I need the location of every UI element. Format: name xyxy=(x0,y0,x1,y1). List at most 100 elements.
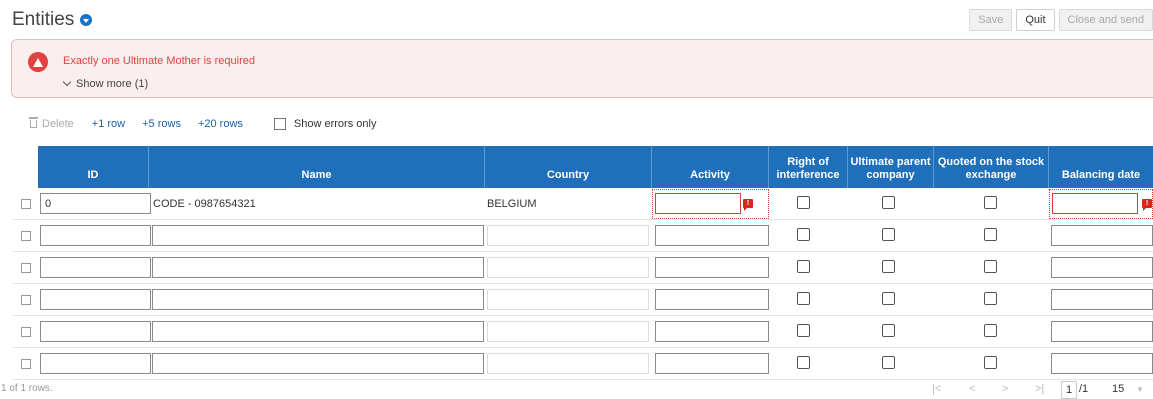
table-row xyxy=(12,348,1153,380)
page-number-input[interactable]: 1 xyxy=(1061,381,1078,399)
table-row xyxy=(12,220,1153,252)
quoted-stock-exchange-checkbox[interactable] xyxy=(984,228,997,241)
ultimate-parent-checkbox[interactable] xyxy=(882,196,895,209)
id-input[interactable]: 0 xyxy=(40,193,151,214)
next-page-icon[interactable]: > xyxy=(1002,383,1008,395)
ultimate-parent-checkbox[interactable] xyxy=(882,228,895,241)
quoted-stock-exchange-checkbox[interactable] xyxy=(984,324,997,337)
quoted-stock-exchange-checkbox[interactable] xyxy=(984,292,997,305)
balancing-date-input[interactable] xyxy=(1051,257,1153,278)
balancing-date-input[interactable] xyxy=(1051,321,1153,342)
row-select-checkbox[interactable] xyxy=(21,231,31,241)
right-of-interference-checkbox[interactable] xyxy=(797,356,810,369)
id-input[interactable] xyxy=(40,225,151,246)
id-input[interactable] xyxy=(40,321,151,342)
id-input[interactable] xyxy=(40,257,151,278)
row-select-checkbox[interactable] xyxy=(21,359,31,369)
column-header-name[interactable]: Name xyxy=(149,146,485,188)
right-of-interference-checkbox[interactable] xyxy=(797,228,810,241)
right-of-interference-checkbox[interactable] xyxy=(797,324,810,337)
row-select-checkbox[interactable] xyxy=(21,199,31,209)
name-input[interactable] xyxy=(152,257,484,278)
show-errors-checkbox[interactable] xyxy=(273,118,286,130)
prev-page-icon[interactable]: < xyxy=(969,383,975,395)
right-of-interference-checkbox[interactable] xyxy=(797,196,810,209)
total-pages: /1 xyxy=(1079,383,1089,395)
save-button[interactable]: Save xyxy=(969,9,1013,31)
quoted-stock-exchange-checkbox[interactable] xyxy=(984,260,997,273)
ultimate-parent-checkbox[interactable] xyxy=(882,324,895,337)
last-page-icon[interactable]: >| xyxy=(1035,383,1044,395)
activity-error-cell: ! xyxy=(652,189,769,219)
activity-input[interactable] xyxy=(655,353,769,374)
delete-button[interactable]: Delete xyxy=(29,117,74,130)
close-and-send-button[interactable]: Close and send xyxy=(1058,9,1153,31)
country-select[interactable] xyxy=(487,321,649,342)
name-value[interactable]: CODE - 0987654321 xyxy=(153,188,256,220)
activity-input[interactable] xyxy=(655,289,769,310)
balancing-date-input[interactable] xyxy=(1051,289,1153,310)
name-input[interactable] xyxy=(152,225,484,246)
header-actions: Save Quit Close and send xyxy=(969,9,1153,31)
error-flag-icon[interactable]: ! xyxy=(743,199,753,211)
add-1-row-button[interactable]: +1 row xyxy=(92,118,125,130)
quoted-stock-exchange-checkbox[interactable] xyxy=(984,196,997,209)
show-more-label: Show more (1) xyxy=(76,78,149,90)
name-input[interactable] xyxy=(152,353,484,374)
country-select[interactable] xyxy=(487,353,649,374)
show-errors-only-toggle[interactable]: Show errors only xyxy=(273,118,377,130)
balancing-date-input[interactable] xyxy=(1052,193,1138,214)
error-flag-icon[interactable]: ! xyxy=(1142,199,1152,211)
name-input[interactable] xyxy=(152,289,484,310)
column-header-id[interactable]: ID xyxy=(38,146,149,188)
table-row: 0 CODE - 0987654321 BELGIUM!! xyxy=(12,188,1153,220)
table-row xyxy=(12,316,1153,348)
first-page-icon[interactable]: |< xyxy=(932,383,941,395)
ultimate-parent-checkbox[interactable] xyxy=(882,292,895,305)
add-20-rows-button[interactable]: +20 rows xyxy=(198,118,243,130)
activity-input[interactable] xyxy=(655,321,769,342)
id-input[interactable] xyxy=(40,289,151,310)
balancing-date-input[interactable] xyxy=(1051,353,1153,374)
activity-input[interactable] xyxy=(655,193,741,214)
right-of-interference-checkbox[interactable] xyxy=(797,292,810,305)
id-input[interactable] xyxy=(40,353,151,374)
warning-icon xyxy=(28,52,48,72)
table-toolbar: Delete +1 row +5 rows +20 rows Show erro… xyxy=(29,117,377,130)
chevron-down-icon[interactable]: ▼ xyxy=(1136,385,1144,394)
show-errors-label: Show errors only xyxy=(293,118,377,130)
balancing-date-input[interactable] xyxy=(1051,225,1153,246)
name-input[interactable] xyxy=(152,321,484,342)
ultimate-parent-checkbox[interactable] xyxy=(882,260,895,273)
country-value[interactable]: BELGIUM xyxy=(487,188,537,220)
ultimate-parent-checkbox[interactable] xyxy=(882,356,895,369)
error-message: Exactly one Ultimate Mother is required xyxy=(63,55,255,67)
row-select-checkbox[interactable] xyxy=(21,327,31,337)
column-header-activity[interactable]: Activity xyxy=(652,146,769,188)
country-select[interactable] xyxy=(487,289,649,310)
trash-icon xyxy=(29,117,38,128)
row-select-checkbox[interactable] xyxy=(21,263,31,273)
quit-button[interactable]: Quit xyxy=(1016,9,1055,31)
column-header-ultimate-parent-company[interactable]: Ultimate parent company xyxy=(848,146,934,188)
activity-input[interactable] xyxy=(655,225,769,246)
column-header-right-of-interference[interactable]: Right of interference xyxy=(769,146,848,188)
column-header-country[interactable]: Country xyxy=(485,146,652,188)
column-header-balancing-date[interactable]: Balancing date xyxy=(1049,146,1153,188)
page-title: Entities xyxy=(12,9,93,31)
chevron-down-icon[interactable] xyxy=(80,14,93,26)
country-select[interactable] xyxy=(487,257,649,278)
page-title-text: Entities xyxy=(12,9,75,30)
page-size-select[interactable]: 15 xyxy=(1112,383,1124,395)
column-header-quoted-stock-exchange[interactable]: Quoted on the stock exchange xyxy=(934,146,1049,188)
row-select-checkbox[interactable] xyxy=(21,295,31,305)
quoted-stock-exchange-checkbox[interactable] xyxy=(984,356,997,369)
country-select[interactable] xyxy=(487,225,649,246)
add-5-rows-button[interactable]: +5 rows xyxy=(142,118,181,130)
delete-label: Delete xyxy=(42,118,74,130)
right-of-interference-checkbox[interactable] xyxy=(797,260,810,273)
activity-input[interactable] xyxy=(655,257,769,278)
show-more-toggle[interactable]: Show more (1) xyxy=(62,77,149,90)
table-row xyxy=(12,284,1153,316)
chevron-down-icon xyxy=(62,77,72,87)
